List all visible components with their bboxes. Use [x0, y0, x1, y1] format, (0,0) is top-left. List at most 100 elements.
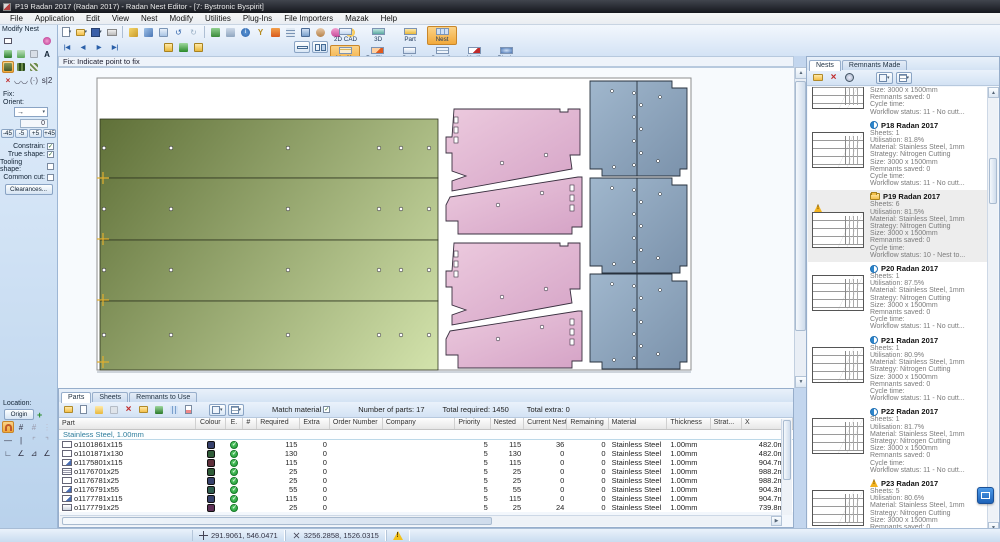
col-required[interactable]: Required — [257, 418, 300, 429]
tooling-shape-checkbox[interactable] — [47, 163, 54, 170]
blue-panel-3[interactable] — [590, 274, 687, 369]
menu-nest[interactable]: Nest — [135, 14, 163, 23]
add-part-icon[interactable] — [62, 404, 75, 416]
rotate-plus-5-button[interactable]: +5 — [29, 129, 42, 138]
scroll-right-arrow[interactable]: ▶ — [771, 516, 782, 526]
pair-tool[interactable] — [28, 61, 40, 73]
btn-3d[interactable]: 3D — [363, 26, 393, 45]
orient-combo[interactable]: → ▾ — [14, 107, 48, 117]
lasso-tool[interactable]: ◡◡ — [15, 74, 27, 86]
compass-icon[interactable] — [843, 72, 856, 84]
table-row[interactable]: o1176701x25 250 525 00 Stainless Steel1.… — [59, 467, 793, 476]
filter-icon[interactable]: Y — [254, 26, 267, 38]
menu-modify[interactable]: Modify — [163, 14, 199, 23]
open-nest-icon[interactable] — [811, 72, 824, 84]
btn-nest[interactable]: Nest — [427, 26, 457, 45]
match-material-checkbox[interactable] — [323, 406, 330, 413]
table-row[interactable]: o1176781x25 250 525 00 Stainless Steel1.… — [59, 476, 793, 485]
tab-parts[interactable]: Parts — [61, 392, 91, 403]
menu-view[interactable]: View — [106, 14, 135, 23]
col-e[interactable]: E. — [226, 418, 244, 429]
origin-add-icon[interactable]: + — [37, 410, 42, 420]
sheet-list-icon[interactable] — [192, 41, 205, 53]
col-company[interactable]: Company — [383, 418, 456, 429]
screen-share-overlay-icon[interactable] — [977, 487, 994, 504]
snap-magnet-tool[interactable] — [2, 421, 14, 433]
last-nest-icon[interactable]: ▶| — [108, 42, 122, 53]
scroll-thumb[interactable] — [783, 420, 791, 480]
menu-edit[interactable]: Edit — [80, 14, 106, 23]
delete-tool[interactable]: × — [2, 74, 14, 86]
user-icon[interactable] — [314, 26, 327, 38]
tab-remnants-to-use[interactable]: Remnants to Use — [129, 392, 197, 402]
snap-horizontal-tool[interactable]: — — [2, 434, 14, 446]
col-part[interactable]: Part — [59, 418, 196, 429]
first-nest-icon[interactable]: |◀ — [60, 42, 74, 53]
menu-application[interactable]: Application — [29, 14, 80, 23]
part-cube-icon[interactable] — [152, 404, 165, 416]
snap-angle-l-tool[interactable]: ∟ — [2, 447, 14, 459]
nest-entry-p19[interactable]: P19 Radan 2017 Sheets: 6 Utilisation: 81… — [808, 190, 988, 262]
menu-utilities[interactable]: Utilities — [199, 14, 237, 23]
snap-angle-measure-tool[interactable]: ∠ — [41, 447, 53, 459]
select-tool[interactable] — [2, 35, 14, 47]
table-row[interactable]: o1177791x25 250 525 240 Stainless Steel1… — [59, 503, 793, 512]
menu-plugins[interactable]: Plug-Ins — [237, 14, 278, 23]
col-hash[interactable]: # — [243, 418, 257, 429]
col-remaining[interactable]: Remaining — [567, 418, 608, 429]
snap-corner-tool[interactable]: ⌜ — [28, 434, 40, 446]
redo-icon[interactable]: ↻ — [187, 26, 200, 38]
col-strategy[interactable]: Strat... — [711, 418, 742, 429]
previous-nest-icon[interactable]: ◀ — [76, 42, 90, 53]
col-order-number[interactable]: Order Number — [330, 418, 383, 429]
nest-canvas[interactable] — [58, 67, 794, 388]
tab-remnants-made[interactable]: Remnants Made — [842, 60, 907, 70]
scroll-thumb[interactable] — [62, 517, 492, 525]
nest-entry-p23[interactable]: P23 Radan 2017 Sheets: 5 Utilisation: 80… — [808, 477, 988, 533]
sort-style-button[interactable]: ▾ — [896, 72, 913, 84]
ghost-tool[interactable] — [28, 48, 40, 60]
snap-angle-right-tool[interactable]: ⊿ — [28, 447, 40, 459]
col-thickness[interactable]: Thickness — [667, 418, 710, 429]
sequence-icon[interactable] — [284, 26, 297, 38]
tab-nests[interactable]: Nests — [809, 60, 841, 71]
snap-grid-major-tool[interactable]: # — [28, 421, 40, 433]
open-icon[interactable]: ▾ — [75, 26, 88, 38]
menu-help[interactable]: Help — [375, 14, 403, 23]
new-icon[interactable]: ▾ — [60, 26, 73, 38]
sheet-up-icon[interactable] — [177, 41, 190, 53]
table-row[interactable]: o1177781x115 1150 5115 00 Stainless Stee… — [59, 494, 793, 503]
snap-mid-tool[interactable]: ⌝ — [41, 434, 53, 446]
common-cut-checkbox[interactable] — [47, 174, 54, 181]
table-row[interactable]: o1101871x130 1300 5130 00 Stainless Stee… — [59, 449, 793, 458]
rotate-minus-45-button[interactable]: -45 — [1, 129, 14, 138]
fix-tool[interactable] — [2, 61, 14, 73]
paste-part-icon[interactable] — [107, 404, 120, 416]
new-folder-icon[interactable] — [137, 404, 150, 416]
col-current-nest[interactable]: Current Nest — [524, 418, 567, 429]
col-priority[interactable]: Priority — [455, 418, 490, 429]
menu-file[interactable]: File — [4, 14, 29, 23]
nest-entry-p20[interactable]: P20 Radan 2017 Sheets: 1 Utilisation: 87… — [808, 262, 988, 334]
grid-add-icon[interactable] — [167, 404, 180, 416]
sheet-add-icon[interactable] — [162, 41, 175, 53]
menu-file-importers[interactable]: File Importers — [278, 14, 339, 23]
split-vertical-icon[interactable] — [312, 41, 328, 53]
menu-mazak[interactable]: Mazak — [339, 14, 375, 23]
save-icon[interactable]: ▾ — [90, 26, 103, 38]
blue-panel-1[interactable] — [590, 81, 687, 176]
import-part-icon[interactable] — [77, 404, 90, 416]
report-icon[interactable] — [182, 404, 195, 416]
measure-icon[interactable] — [209, 26, 222, 38]
col-nested[interactable]: Nested — [491, 418, 524, 429]
move-part-tool[interactable] — [2, 48, 14, 60]
group-by-button[interactable]: ▾ — [228, 404, 245, 416]
replace-icon[interactable] — [157, 26, 170, 38]
clearances-button[interactable]: Clearances... — [5, 184, 53, 195]
green-strip-parts[interactable] — [100, 119, 438, 370]
origin-button[interactable]: Origin — [4, 409, 34, 420]
split-tool[interactable]: s|2 — [41, 74, 53, 86]
canvas-vertical-scrollbar[interactable]: ▲ ▼ — [794, 67, 806, 388]
btn-part[interactable]: Part — [395, 26, 425, 45]
col-material[interactable]: Material — [609, 418, 668, 429]
